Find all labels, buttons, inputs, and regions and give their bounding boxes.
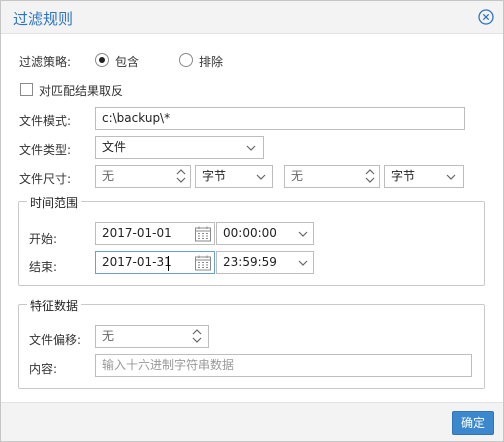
text-cursor xyxy=(168,256,169,271)
end-label: 结束: xyxy=(29,260,58,274)
file-pattern-input[interactable]: c:\backup\* xyxy=(95,107,465,130)
policy-exclude-label: 排除 xyxy=(199,55,224,69)
file-pattern-label: 文件模式: xyxy=(19,114,72,128)
content-label: 内容: xyxy=(29,362,58,376)
file-type-label: 文件类型: xyxy=(19,143,72,157)
time-range-legend: 时间范围 xyxy=(27,194,82,211)
signature-legend: 特征数据 xyxy=(27,297,82,314)
dialog-title: 过滤规则 xyxy=(13,10,74,28)
file-size-min-spinner-icon[interactable] xyxy=(176,168,186,184)
calendar-icon[interactable] xyxy=(194,225,212,243)
invert-checkbox[interactable] xyxy=(20,83,33,96)
policy-label: 过滤策略: xyxy=(19,55,72,69)
close-icon[interactable] xyxy=(478,9,494,25)
content-input[interactable]: 输入十六进制字符串数据 xyxy=(95,354,472,377)
file-size-label: 文件尺寸: xyxy=(19,172,72,186)
file-size-min-unit-chevron-down-icon xyxy=(256,174,266,180)
invert-label: 对匹配结果取反 xyxy=(39,84,124,98)
title-bar: 过滤规则 xyxy=(1,1,503,34)
calendar-icon[interactable] xyxy=(194,254,212,272)
filter-rule-dialog: 过滤规则 过滤策略: 包含 排除 对匹配结果取反 文件模式: c:\backup… xyxy=(0,0,504,442)
policy-include-label: 包含 xyxy=(115,55,140,69)
file-type-chevron-down-icon xyxy=(246,145,256,151)
end-time-chevron-down-icon xyxy=(298,260,308,266)
offset-spinner-icon[interactable] xyxy=(192,328,202,344)
file-type-select[interactable]: 文件 xyxy=(95,136,264,159)
start-label: 开始: xyxy=(29,232,58,246)
policy-include-radio[interactable] xyxy=(95,53,109,67)
offset-label: 文件偏移: xyxy=(29,333,82,347)
file-size-max-spinner-icon[interactable] xyxy=(365,168,375,184)
file-size-max-unit-chevron-down-icon xyxy=(446,174,456,180)
dialog-footer: 确定 xyxy=(1,402,503,441)
policy-exclude-radio[interactable] xyxy=(179,53,193,67)
ok-button[interactable]: 确定 xyxy=(452,411,494,435)
start-time-chevron-down-icon xyxy=(298,231,308,237)
